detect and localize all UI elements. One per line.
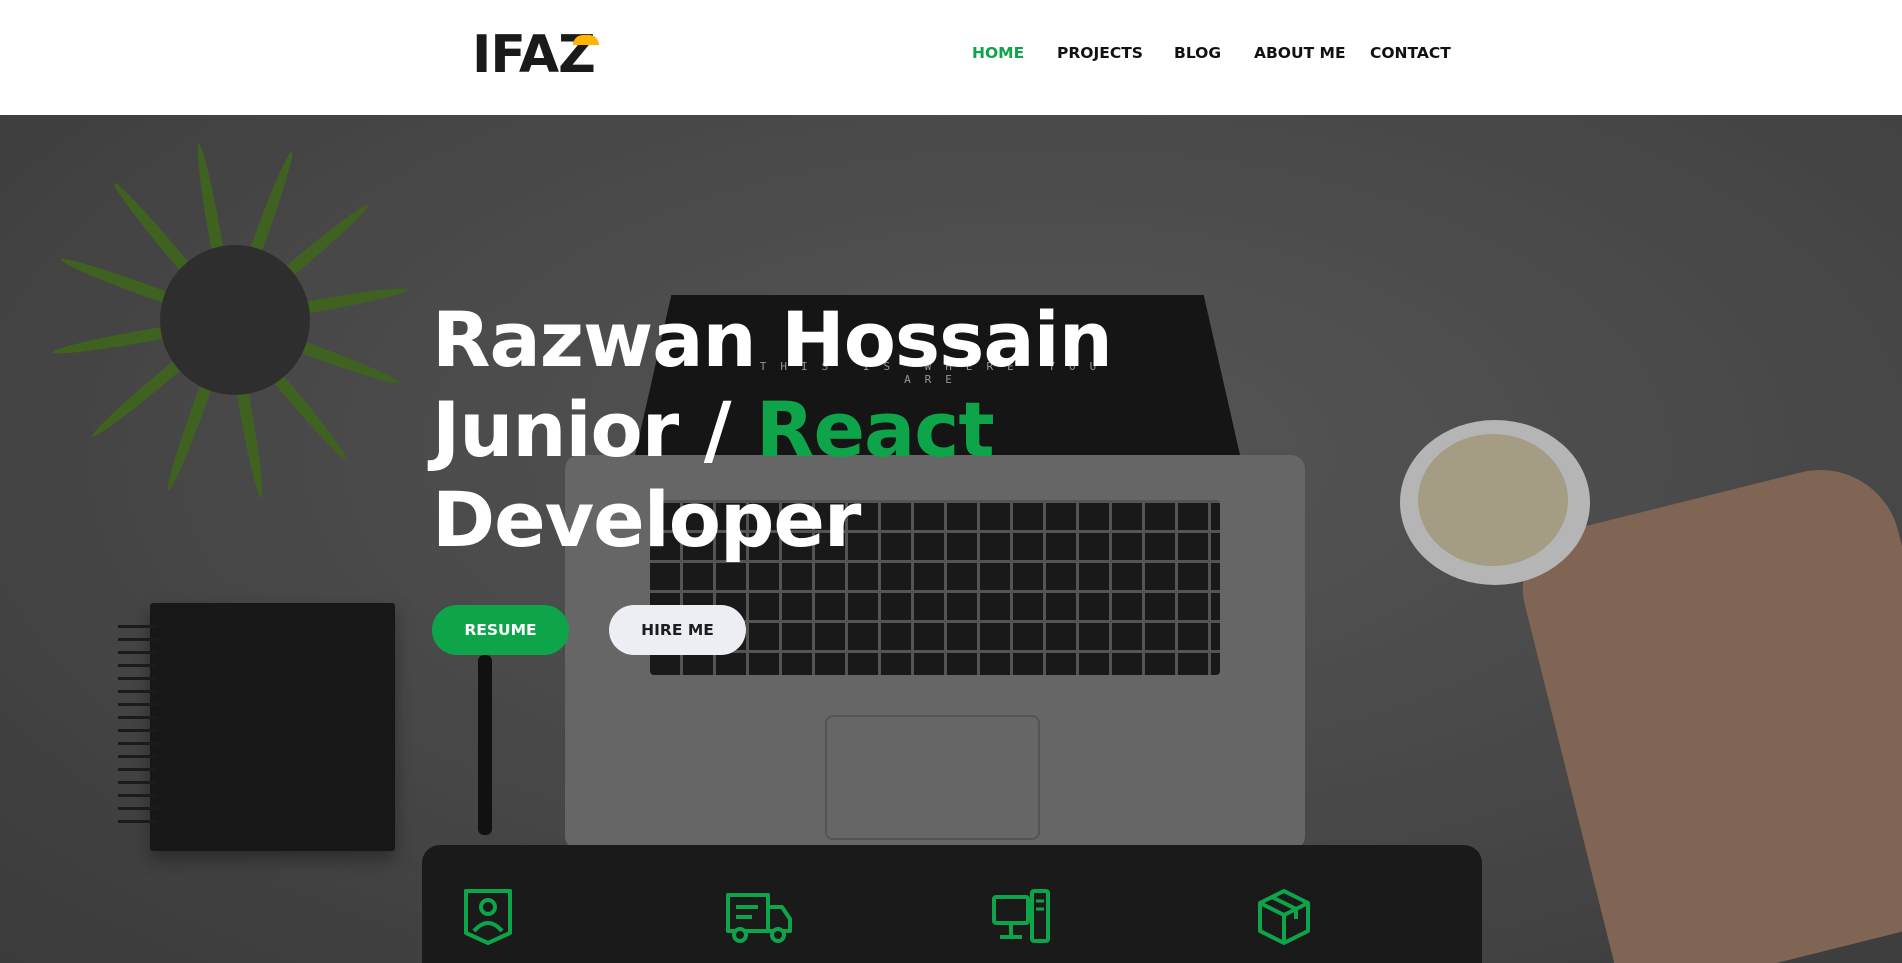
hero-section: THIS IS WHERE YOU ARE Razwan Hossain Jun…	[0, 115, 1902, 963]
hero-title-name: Razwan Hossain	[432, 295, 1113, 384]
nav-home[interactable]: HOME	[972, 44, 1024, 62]
hire-me-button[interactable]: HIRE ME	[609, 605, 746, 655]
computer-desktop-icon	[992, 889, 1050, 943]
nav-contact[interactable]: CONTACT	[1370, 44, 1451, 62]
hero-title-role-prefix: Junior /	[432, 385, 756, 474]
hero-title-role: Junior / React	[432, 385, 1112, 475]
logo-accent-mark	[572, 35, 599, 45]
hero-title-role-accent: React	[755, 385, 995, 474]
nav-projects[interactable]: PROJECTS	[1057, 44, 1143, 62]
hero-title: Razwan Hossain Junior / React Developer	[432, 295, 1113, 565]
package-box-icon	[1258, 889, 1310, 945]
nav-about-me[interactable]: ABOUT ME	[1254, 44, 1346, 62]
hero-title-developer: Developer	[432, 475, 861, 564]
feature-panel	[422, 845, 1482, 963]
nav-blog[interactable]: BLOG	[1174, 44, 1221, 62]
resume-button[interactable]: RESUME	[432, 605, 569, 655]
site-logo[interactable]: IFAZ	[472, 29, 599, 81]
id-badge-icon	[464, 889, 512, 945]
top-navbar: IFAZ HOME PROJECTS BLOG ABOUT ME CONTACT	[0, 0, 1902, 115]
delivery-truck-icon	[726, 893, 792, 943]
